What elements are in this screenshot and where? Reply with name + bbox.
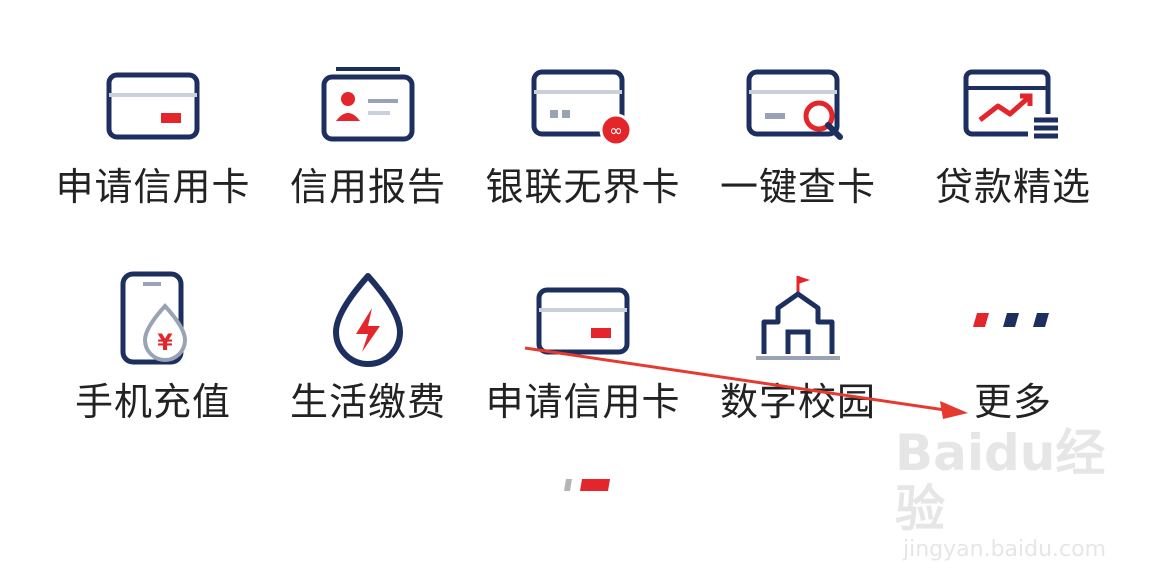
- menu-item-label: 更多: [973, 380, 1052, 424]
- phone-recharge-icon: ¥: [98, 265, 208, 375]
- service-grid: 申请信用卡 信用报告 ∞ 银联无界卡 一键查卡 贷款精选 ¥ 手机充值 生活缴费…: [0, 0, 1170, 529]
- svg-text:∞: ∞: [609, 121, 622, 140]
- id-card-icon: [313, 50, 423, 160]
- menu-item-apply-credit-card[interactable]: 申请信用卡: [53, 50, 253, 210]
- svg-text:¥: ¥: [157, 331, 173, 356]
- watermark-url: jingyan.baidu.com: [903, 537, 1107, 562]
- menu-item-label: 数字校园: [719, 380, 876, 424]
- menu-item-label: 一键查卡: [719, 165, 876, 209]
- menu-item-label: 生活缴费: [289, 380, 446, 424]
- campus-icon: [743, 265, 853, 375]
- more-icon: [958, 265, 1068, 375]
- menu-item-unionpay-card[interactable]: ∞ 银联无界卡: [483, 50, 683, 210]
- menu-item-card-search[interactable]: 一键查卡: [698, 50, 898, 210]
- menu-item-label: 申请信用卡: [55, 165, 251, 209]
- menu-item-utility-payment[interactable]: 生活缴费: [268, 265, 468, 425]
- credit-card-icon: [98, 50, 208, 160]
- page-dot-inactive: [564, 479, 572, 491]
- utility-payment-icon: [313, 265, 423, 375]
- credit-card-icon: [528, 265, 638, 375]
- menu-item-loan-selection[interactable]: 贷款精选: [913, 50, 1113, 210]
- loan-chart-icon: [958, 50, 1068, 160]
- page-dot-active: [580, 479, 610, 491]
- menu-item-apply-credit-card-2[interactable]: 申请信用卡: [483, 265, 683, 425]
- menu-item-label: 手机充值: [74, 380, 231, 424]
- card-search-icon: [743, 50, 853, 160]
- unionpay-card-icon: ∞: [528, 50, 638, 160]
- menu-item-digital-campus[interactable]: 数字校园: [698, 265, 898, 425]
- menu-item-label: 申请信用卡: [485, 380, 681, 424]
- menu-item-more[interactable]: 更多: [913, 265, 1113, 425]
- page-indicator: [560, 475, 620, 495]
- menu-item-label: 银联无界卡: [485, 165, 681, 209]
- menu-item-label: 贷款精选: [934, 165, 1091, 209]
- menu-item-label: 信用报告: [289, 165, 446, 209]
- menu-item-phone-recharge[interactable]: ¥ 手机充值: [53, 265, 253, 425]
- menu-item-credit-report[interactable]: 信用报告: [268, 50, 468, 210]
